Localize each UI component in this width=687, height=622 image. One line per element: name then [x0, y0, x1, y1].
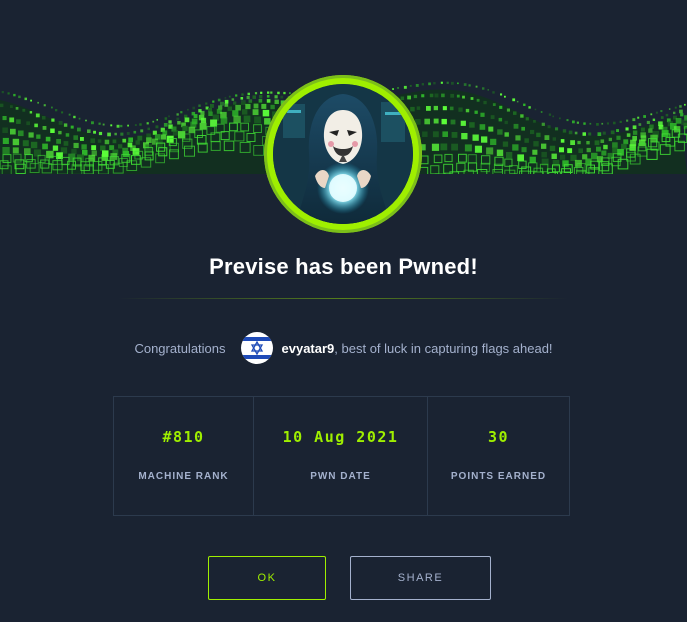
machine-avatar	[264, 75, 422, 233]
stat-machine-rank: #810 MACHINE RANK	[114, 397, 253, 515]
stat-value: #810	[162, 428, 205, 446]
hacker-avatar-image	[273, 84, 413, 224]
israel-flag-icon	[240, 332, 273, 364]
stats-panel: #810 MACHINE RANK 10 Aug 2021 PWN DATE 3…	[113, 396, 570, 516]
congrats-suffix: , best of luck in capturing flags ahead!	[334, 340, 553, 356]
stat-value: 30	[487, 428, 510, 446]
hooded-hacker-icon	[273, 84, 413, 224]
stat-label: MACHINE RANK	[138, 471, 229, 482]
stat-label: POINTS EARNED	[450, 471, 547, 482]
ok-button[interactable]: OK	[208, 556, 326, 600]
congrats-prefix: Congratulations	[134, 340, 226, 356]
stat-label: PWN DATE	[310, 471, 371, 482]
share-button[interactable]: SHARE	[350, 556, 491, 600]
congratulations-message: Congratulations evyatar9 , best of luck …	[0, 331, 687, 365]
stat-pwn-date: 10 Aug 2021 PWN DATE	[253, 397, 427, 515]
stat-points-earned: 30 POINTS EARNED	[427, 397, 569, 515]
stat-value: 10 Aug 2021	[282, 428, 399, 446]
page-title: Previse has been Pwned!	[209, 254, 478, 279]
title-divider	[118, 298, 568, 299]
username-link[interactable]: evyatar9	[282, 341, 335, 356]
